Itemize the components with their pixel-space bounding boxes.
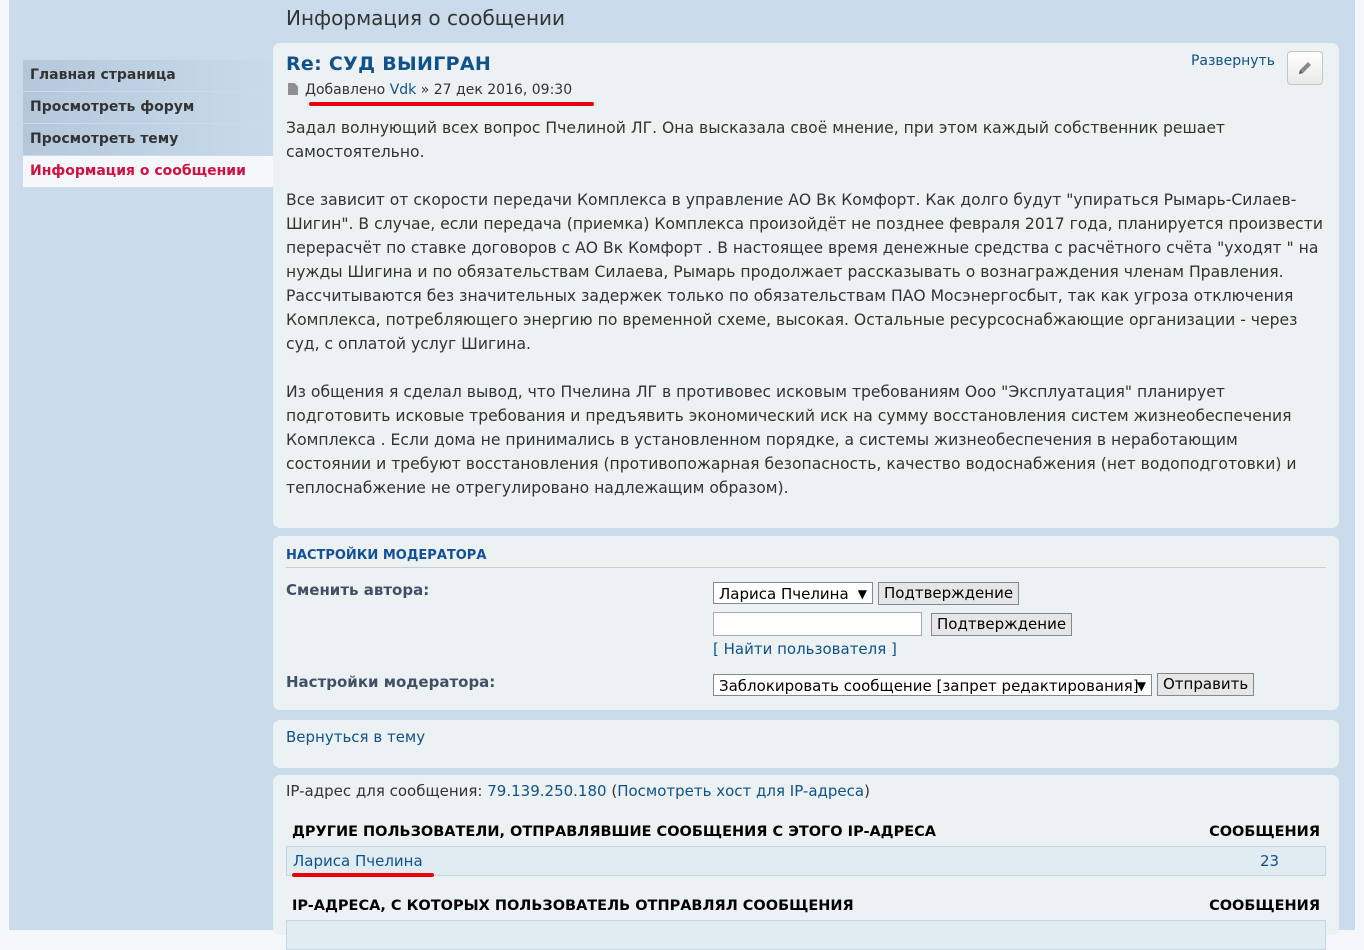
- mod-options-select-value: Заблокировать сообщение [запрет редактир…: [719, 677, 1139, 695]
- find-user-link[interactable]: [ Найти пользователя ]: [713, 640, 897, 658]
- user-link[interactable]: Лариса Пчелина: [293, 852, 423, 870]
- author-select[interactable]: Лариса Пчелина ▼: [713, 582, 873, 604]
- mod-options-select[interactable]: Заблокировать сообщение [запрет редактир…: [713, 674, 1152, 696]
- menu-item-view-topic[interactable]: Просмотреть тему: [23, 124, 282, 155]
- pencil-icon: [1299, 62, 1311, 74]
- post-date: 27 дек 2016, 09:30: [433, 82, 573, 98]
- annotation-underline: [309, 102, 594, 106]
- post-content: Задал волнующий всех вопрос Пчелиной ЛГ.…: [286, 116, 1326, 524]
- user-ips-table-header: IP-адреса, с которых пользователь отправ…: [286, 892, 1326, 920]
- post-paragraph: Все зависит от скорости передачи Комплек…: [286, 191, 1323, 353]
- post-author-link[interactable]: Vdk: [390, 82, 417, 98]
- dropdown-arrow-icon: ▼: [1136, 679, 1146, 693]
- host-lookup-link[interactable]: Посмотреть хост для IP-адреса: [617, 782, 864, 800]
- post-panel: Re: СУД ВЫИГРАН Добавлено Vdk » 27 дек 2…: [273, 43, 1339, 528]
- post-paragraph: Из общения я сделал вывод, что Пчелина Л…: [286, 383, 1297, 497]
- divider: [286, 567, 1326, 568]
- mod-options-label: Настройки модератора:: [286, 673, 496, 691]
- edit-button[interactable]: [1287, 51, 1323, 85]
- document-icon: [288, 83, 298, 95]
- return-to-topic-link[interactable]: Вернуться в тему: [286, 728, 425, 746]
- moderator-panel-title: Настройки модератора: [286, 548, 487, 563]
- author-select-value: Лариса Пчелина: [719, 585, 849, 603]
- posts-column: Сообщения: [1209, 898, 1320, 914]
- ip-panel: IP-адрес для сообщения: 79.139.250.180 (…: [273, 775, 1339, 950]
- submit-button[interactable]: Отправить: [1157, 673, 1255, 696]
- confirm-username-button[interactable]: Подтверждение: [931, 613, 1073, 636]
- page-title: Информация о сообщении: [286, 6, 566, 30]
- post-paragraph: Задал волнующий всех вопрос Пчелиной ЛГ.…: [286, 119, 1225, 161]
- user-posts-count[interactable]: 23: [1260, 852, 1279, 870]
- annotation-underline: [292, 873, 434, 877]
- user-ips-column: IP-адреса, с которых пользователь отправ…: [292, 898, 854, 914]
- side-menu: Главная страница Просмотреть форум Просм…: [23, 60, 282, 188]
- ip-label: IP-адрес для сообщения:: [286, 782, 483, 800]
- post-title[interactable]: Re: СУД ВЫИГРАН: [286, 53, 491, 75]
- confirm-author-button[interactable]: Подтверждение: [878, 582, 1020, 605]
- change-author-label: Сменить автора:: [286, 581, 430, 599]
- post-meta-separator: »: [420, 82, 430, 98]
- menu-item-view-forum[interactable]: Просмотреть форум: [23, 92, 282, 123]
- other-users-column: Другие пользователи, отправлявшие сообще…: [292, 824, 936, 840]
- post-meta-prefix: Добавлено: [305, 82, 386, 98]
- dropdown-arrow-icon: ▼: [857, 587, 867, 601]
- return-panel: Вернуться в тему: [273, 720, 1339, 768]
- expand-link[interactable]: Развернуть: [1191, 53, 1275, 69]
- other-users-table-header: Другие пользователи, отправлявшие сообще…: [286, 818, 1326, 846]
- page-background: Информация о сообщении Главная страница …: [9, 0, 1355, 950]
- table-row: Лариса Пчелина 23: [286, 846, 1326, 876]
- moderator-panel: Настройки модератора Сменить автора: Лар…: [273, 536, 1339, 710]
- table-row: [286, 920, 1326, 950]
- post-meta: Добавлено Vdk » 27 дек 2016, 09:30: [288, 82, 572, 98]
- ip-address-link[interactable]: 79.139.250.180: [487, 782, 606, 800]
- username-input[interactable]: [713, 612, 922, 636]
- posts-column: Сообщения: [1209, 824, 1320, 840]
- menu-item-post-info[interactable]: Информация о сообщении: [23, 156, 282, 187]
- paren: ): [864, 782, 870, 800]
- ip-info: IP-адрес для сообщения: 79.139.250.180 (…: [286, 782, 870, 800]
- menu-item-home[interactable]: Главная страница: [23, 60, 282, 91]
